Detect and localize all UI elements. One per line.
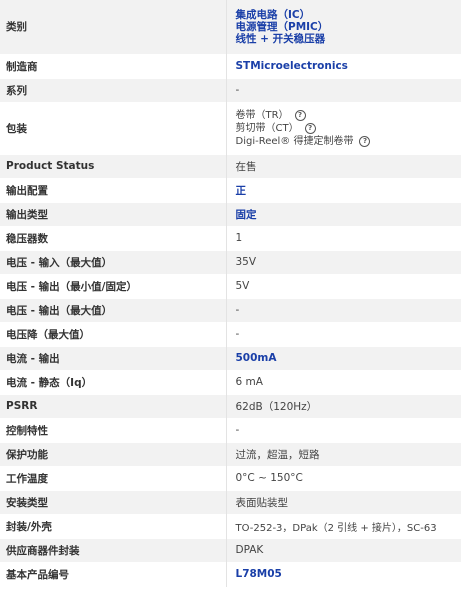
attr-label: 电压 - 输入（最大值）: [0, 250, 227, 274]
help-icon[interactable]: ?: [359, 135, 371, 147]
packaging-option-label: 剪切带（CT）: [235, 122, 299, 134]
attr-value: 表面贴装型: [235, 496, 289, 509]
help-icon[interactable]: ?: [294, 109, 306, 121]
attr-value: 在售: [235, 160, 257, 173]
attr-value: 1: [235, 232, 243, 244]
product-attributes-table: 类别 集成电路（IC） 电源管理（PMIC） 线性 + 开关稳压器 制造商 ST…: [0, 0, 461, 587]
packaging-option-label: Digi-Reel® 得捷定制卷带: [235, 135, 354, 147]
attr-label: 包装: [0, 102, 227, 154]
attr-label: 电压 - 输出（最大值）: [0, 298, 227, 322]
attr-row-output-type: 输出类型 固定: [0, 202, 461, 226]
attr-label: 输出配置: [0, 178, 227, 202]
attr-row-mounting: 安装类型 表面贴装型: [0, 490, 461, 514]
attr-row-voltage-output-max: 电压 - 输出（最大值） -: [0, 298, 461, 322]
attr-label: 基本产品编号: [0, 562, 227, 586]
attr-value-category: 集成电路（IC） 电源管理（PMIC） 线性 + 开关稳压器: [226, 0, 461, 54]
attr-row-output-config: 输出配置 正: [0, 178, 461, 202]
attr-label: 类别: [0, 0, 227, 54]
attr-value: 35V: [235, 256, 257, 268]
attr-label: 封装/外壳: [0, 514, 227, 538]
category-link-linear-switching[interactable]: 线性 + 开关稳压器: [236, 33, 461, 45]
category-link-ic[interactable]: 集成电路（IC）: [236, 9, 461, 21]
base-part-link[interactable]: L78M05: [236, 568, 461, 580]
attr-label: 控制特性: [0, 418, 227, 442]
attr-row-current-quiescent: 电流 - 静态（Iq） 6 mA: [0, 370, 461, 394]
attr-row-category: 类别 集成电路（IC） 电源管理（PMIC） 线性 + 开关稳压器: [0, 0, 461, 54]
attr-label: 电压降（最大值）: [0, 322, 227, 346]
packaging-option-tr: 卷带（TR） ?: [236, 109, 461, 122]
attr-label: 安装类型: [0, 490, 227, 514]
attr-row-voltage-output-minfixed: 电压 - 输出（最小值/固定） 5V: [0, 274, 461, 298]
attr-row-protection: 保护功能 过流，超温，短路: [0, 442, 461, 466]
manufacturer-link[interactable]: STMicroelectronics: [236, 60, 461, 72]
attr-label: 电流 - 静态（Iq）: [0, 370, 227, 394]
category-link-pmic[interactable]: 电源管理（PMIC）: [236, 21, 461, 33]
attr-value: -: [235, 304, 240, 316]
attr-value: 6 mA: [235, 376, 263, 388]
packaging-option-ct: 剪切带（CT） ?: [236, 122, 461, 135]
attr-label: 电压 - 输出（最小值/固定）: [0, 274, 227, 298]
attr-label: 供应商器件封装: [0, 538, 227, 562]
attr-value: DPAK: [235, 544, 264, 556]
attr-row-manufacturer: 制造商 STMicroelectronics: [0, 54, 461, 78]
attr-label: 输出类型: [0, 202, 227, 226]
attr-row-product-status: Product Status 在售: [0, 154, 461, 178]
attr-row-supplier-package: 供应商器件封装 DPAK: [0, 538, 461, 562]
attr-row-dropout-max: 电压降（最大值） -: [0, 322, 461, 346]
attr-row-voltage-input-max: 电压 - 输入（最大值） 35V: [0, 250, 461, 274]
attr-value: 0°C ~ 150°C: [235, 472, 303, 484]
attr-row-current-output: 电流 - 输出 500mA: [0, 346, 461, 370]
attr-row-operating-temp: 工作温度 0°C ~ 150°C: [0, 466, 461, 490]
attr-value: 过流，超温，短路: [235, 448, 320, 461]
attr-value: -: [235, 328, 240, 340]
packaging-option-label: 卷带（TR）: [235, 109, 289, 121]
output-type-link[interactable]: 固定: [236, 209, 257, 221]
attr-label: 保护功能: [0, 442, 227, 466]
attr-row-control-features: 控制特性 -: [0, 418, 461, 442]
attr-value: TO-252-3，DPak（2 引线 + 接片），SC-63: [235, 522, 437, 534]
attr-label: Product Status: [0, 154, 227, 178]
attr-label: PSRR: [0, 394, 227, 418]
attr-label: 稳压器数: [0, 226, 227, 250]
attr-label: 系列: [0, 78, 227, 102]
attr-value: 5V: [235, 280, 250, 292]
attr-row-regulator-count: 稳压器数 1: [0, 226, 461, 250]
attr-value: -: [235, 424, 240, 436]
attr-row-package-case: 封装/外壳 TO-252-3，DPak（2 引线 + 接片），SC-63: [0, 514, 461, 538]
attr-row-base-part: 基本产品编号 L78M05: [0, 562, 461, 586]
attr-row-packaging: 包装 卷带（TR） ? 剪切带（CT） ? Digi-Reel® 得捷定制卷带 …: [0, 102, 461, 154]
attr-label: 工作温度: [0, 466, 227, 490]
attr-row-series: 系列 -: [0, 78, 461, 102]
current-output-link[interactable]: 500mA: [236, 352, 277, 364]
attr-value: 62dB（120Hz）: [235, 400, 318, 413]
packaging-options: 卷带（TR） ? 剪切带（CT） ? Digi-Reel® 得捷定制卷带 ?: [226, 102, 461, 154]
attr-label: 电流 - 输出: [0, 346, 227, 370]
attr-value: -: [235, 84, 240, 96]
packaging-option-digireel: Digi-Reel® 得捷定制卷带 ?: [236, 135, 461, 148]
help-icon[interactable]: ?: [304, 122, 316, 134]
output-config-link[interactable]: 正: [236, 185, 247, 197]
attr-label: 制造商: [0, 54, 227, 78]
attr-row-psrr: PSRR 62dB（120Hz）: [0, 394, 461, 418]
